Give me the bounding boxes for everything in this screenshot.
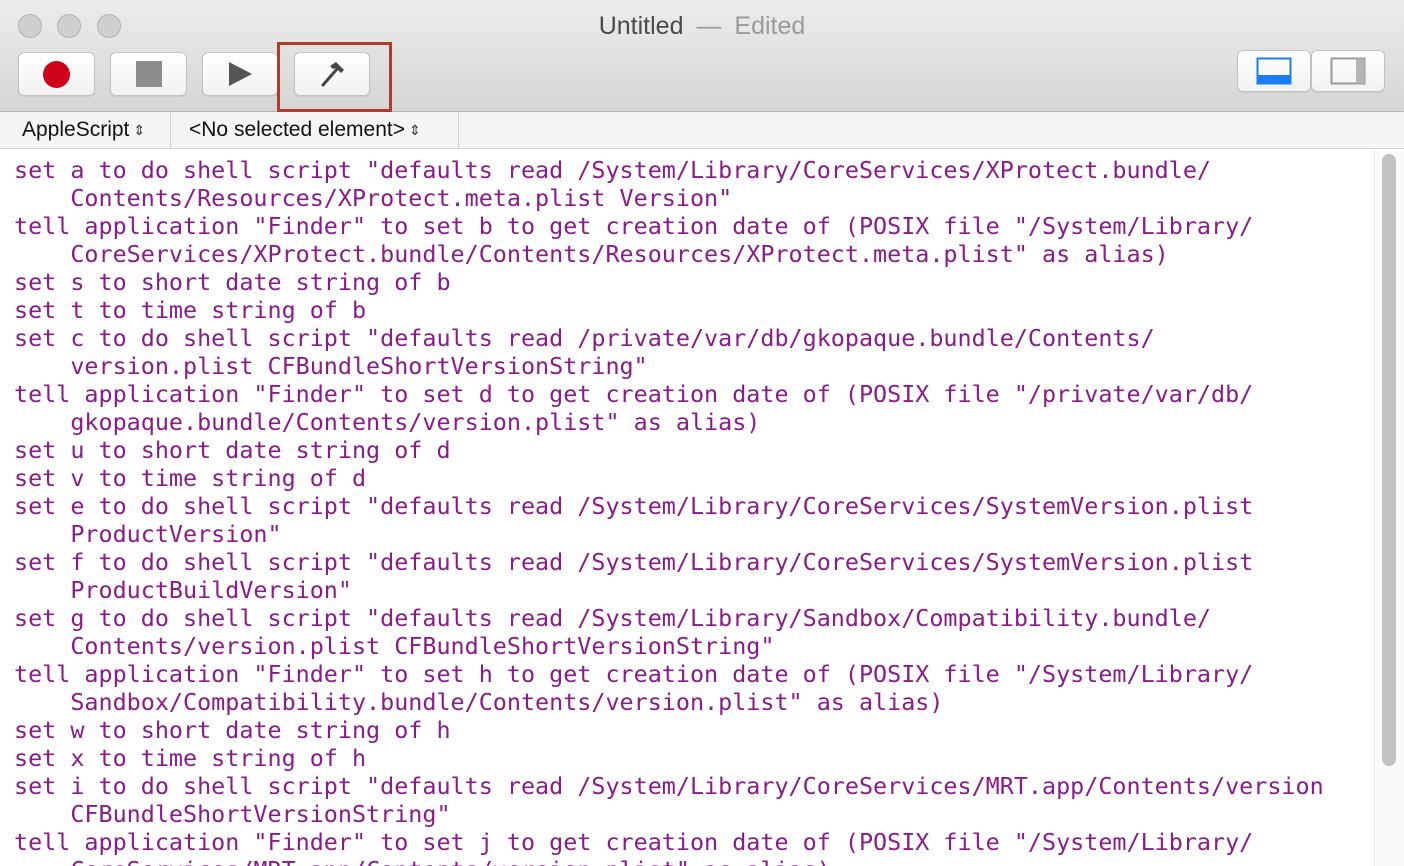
show-inspector-view-button[interactable]	[1311, 50, 1385, 92]
code-line[interactable]: set c to do shell script "defaults read …	[14, 324, 1374, 352]
title-separator: —	[696, 12, 722, 40]
code-line[interactable]: set v to time string of d	[14, 464, 1374, 492]
code-line[interactable]: set f to do shell script "defaults read …	[14, 548, 1374, 576]
element-popup[interactable]: <No selected element> ⇕	[171, 112, 459, 148]
code-line[interactable]: ProductBuildVersion"	[14, 576, 1374, 604]
code-line[interactable]: set x to time string of h	[14, 744, 1374, 772]
code-line[interactable]: Sandbox/Compatibility.bundle/Contents/ve…	[14, 688, 1374, 716]
language-label: AppleScript	[22, 118, 130, 141]
compile-button-highlight	[277, 42, 392, 112]
code-line[interactable]: set u to short date string of d	[14, 436, 1374, 464]
script-editor-window: Untitled — Edited AppleScript ⇕ <No sele…	[0, 0, 1404, 866]
code-line[interactable]: set e to do shell script "defaults read …	[14, 492, 1374, 520]
bottom-pane-icon	[1256, 57, 1292, 85]
play-icon	[229, 62, 252, 86]
popup-arrows-icon: ⇕	[408, 122, 421, 138]
scrollbar-thumb[interactable]	[1382, 154, 1396, 766]
code-line[interactable]: CoreServices/MRT.app/Contents/version.pl…	[14, 856, 1374, 866]
show-log-view-button[interactable]	[1237, 50, 1311, 92]
title-bar: Untitled — Edited	[0, 0, 1404, 112]
code-line[interactable]: set w to short date string of h	[14, 716, 1374, 744]
code-line[interactable]: tell application "Finder" to set h to ge…	[14, 660, 1374, 688]
window-title: Untitled — Edited	[0, 12, 1404, 41]
popup-arrows-icon: ⇕	[133, 122, 146, 138]
code-line[interactable]: tell application "Finder" to set j to ge…	[14, 828, 1374, 856]
element-label: <No selected element>	[189, 118, 405, 141]
code-line[interactable]: set g to do shell script "defaults read …	[14, 604, 1374, 632]
language-popup[interactable]: AppleScript ⇕	[0, 112, 171, 148]
script-editor[interactable]: set a to do shell script "defaults read …	[0, 150, 1374, 866]
stop-button[interactable]	[110, 52, 187, 96]
record-icon	[43, 60, 70, 88]
code-line[interactable]: set s to short date string of b	[14, 268, 1374, 296]
code-line[interactable]: Contents/Resources/XProtect.meta.plist V…	[14, 184, 1374, 212]
code-line[interactable]: version.plist CFBundleShortVersionString…	[14, 352, 1374, 380]
code-line[interactable]: set a to do shell script "defaults read …	[14, 156, 1374, 184]
code-line[interactable]: ProductVersion"	[14, 520, 1374, 548]
code-line[interactable]: gkopaque.bundle/Contents/version.plist" …	[14, 408, 1374, 436]
stop-icon	[135, 61, 162, 87]
code-line[interactable]: tell application "Finder" to set b to ge…	[14, 212, 1374, 240]
vertical-scrollbar[interactable]	[1374, 150, 1404, 866]
run-button[interactable]	[202, 52, 278, 96]
code-line[interactable]: CoreServices/XProtect.bundle/Contents/Re…	[14, 240, 1374, 268]
code-line[interactable]: set i to do shell script "defaults read …	[14, 772, 1374, 800]
document-name: Untitled	[598, 12, 684, 40]
code-line[interactable]: tell application "Finder" to set d to ge…	[14, 380, 1374, 408]
navigation-bar: AppleScript ⇕ <No selected element> ⇕	[0, 112, 1404, 149]
code-line[interactable]: CFBundleShortVersionString"	[14, 800, 1374, 828]
code-line[interactable]: set t to time string of b	[14, 296, 1374, 324]
record-button[interactable]	[18, 52, 95, 96]
code-line[interactable]: Contents/version.plist CFBundleShortVers…	[14, 632, 1374, 660]
script-text[interactable]: set a to do shell script "defaults read …	[0, 150, 1374, 866]
side-pane-icon	[1330, 57, 1366, 85]
document-status: Edited	[734, 12, 806, 40]
